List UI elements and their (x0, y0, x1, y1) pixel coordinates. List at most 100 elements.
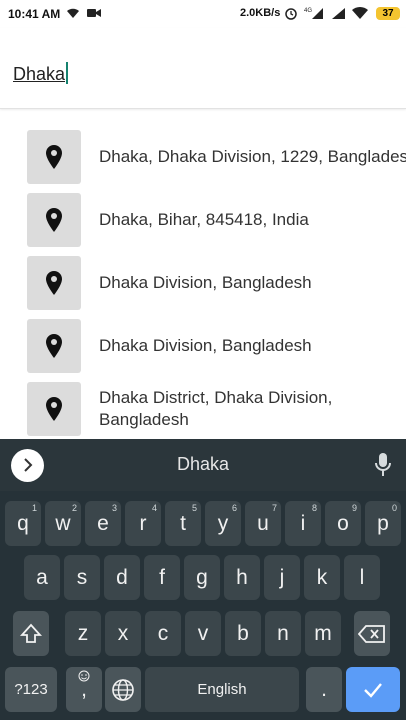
key-label: i (300, 512, 306, 535)
key-hint: 5 (191, 503, 197, 513)
key-hint: 7 (271, 503, 277, 513)
result-item[interactable]: Dhaka Division, Bangladesh (0, 252, 406, 314)
key-h[interactable]: h (224, 555, 260, 600)
key-label: o (337, 512, 349, 535)
camera-icon (87, 9, 101, 17)
key-hint: 0 (391, 503, 397, 513)
key-hint: 9 (351, 503, 357, 513)
key-s[interactable]: s (64, 555, 100, 600)
key-label: m (314, 622, 332, 645)
key-q[interactable]: q1 (5, 501, 41, 546)
emoji-icon (78, 670, 90, 682)
key-m[interactable]: m (305, 611, 341, 656)
signal-icon (332, 8, 345, 19)
key-label: k (316, 566, 328, 589)
result-item[interactable]: Dhaka, Dhaka Division, 1229, Bangladesh (0, 126, 406, 188)
done-button[interactable] (346, 667, 400, 712)
key-a[interactable]: a (24, 555, 60, 600)
key-label: e (97, 512, 109, 535)
key-i[interactable]: i8 (285, 501, 321, 546)
key-k[interactable]: k (304, 555, 340, 600)
key-label: q (17, 512, 29, 535)
key-label: h (236, 566, 248, 589)
key-label: f (159, 566, 165, 589)
location-pin-icon (27, 319, 81, 373)
key-w[interactable]: w2 (45, 501, 81, 546)
key-v[interactable]: v (185, 611, 221, 656)
key-c[interactable]: c (145, 611, 181, 656)
key-label: n (277, 622, 289, 645)
key-label: z (77, 622, 89, 645)
key-g[interactable]: g (184, 555, 220, 600)
keyboard: Dhaka q1w2e3r4t5y6u7i8o9p0 asdfghjkl zxc… (0, 439, 406, 720)
shift-key[interactable] (13, 611, 49, 656)
suggestion-word[interactable]: Dhaka (0, 454, 406, 475)
text-cursor (66, 62, 69, 84)
key-label: p (377, 512, 389, 535)
key-u[interactable]: u7 (245, 501, 281, 546)
key-n[interactable]: n (265, 611, 301, 656)
key-label: j (279, 566, 285, 589)
key-j[interactable]: j (264, 555, 300, 600)
location-pin-icon (27, 382, 81, 436)
result-label: Dhaka District, Dhaka Division, Banglade… (99, 388, 333, 429)
search-input-value: Dhaka (13, 64, 66, 84)
key-l[interactable]: l (344, 555, 380, 600)
microphone-icon[interactable] (374, 452, 392, 478)
network-speed: 2.0KB/s (240, 7, 281, 19)
key-hint: 1 (31, 503, 37, 513)
result-item[interactable]: Dhaka, Bihar, 845418, India (0, 189, 406, 251)
key-y[interactable]: y6 (205, 501, 241, 546)
signal-icon: 4G (304, 8, 323, 19)
backspace-key[interactable] (354, 611, 390, 656)
location-pin-icon (27, 130, 81, 184)
shift-icon (19, 624, 43, 644)
key-label: w (55, 512, 71, 535)
status-bar: 10:41 AM 2.0KB/s 4G 37 (0, 0, 406, 28)
location-pin-icon (27, 256, 81, 310)
key-hint: 8 (311, 503, 317, 513)
search-bar: Dhaka (0, 28, 406, 109)
key-label: t (180, 512, 186, 535)
key-f[interactable]: f (144, 555, 180, 600)
comma-key[interactable]: , (66, 667, 102, 712)
key-label: v (197, 622, 209, 645)
space-key[interactable]: English (145, 667, 299, 712)
key-t[interactable]: t5 (165, 501, 201, 546)
search-results-list: Dhaka, Dhaka Division, 1229, Bangladesh … (0, 118, 406, 438)
symbols-key[interactable]: ?123 (5, 667, 57, 712)
checkmark-icon (364, 683, 382, 699)
key-hint: 4 (151, 503, 157, 513)
key-r[interactable]: r4 (125, 501, 161, 546)
result-item[interactable]: Dhaka District, Dhaka Division, Banglade… (0, 378, 406, 438)
key-e[interactable]: e3 (85, 501, 121, 546)
wifi-icon (67, 8, 79, 18)
period-key[interactable]: . (306, 667, 342, 712)
key-d[interactable]: d (104, 555, 140, 600)
result-label: Dhaka Division, Bangladesh (99, 336, 312, 355)
key-label: a (36, 566, 48, 589)
key-o[interactable]: o9 (325, 501, 361, 546)
key-label: d (116, 566, 128, 589)
wifi-icon (352, 6, 368, 19)
key-label: y (217, 512, 229, 535)
key-hint: 3 (111, 503, 117, 513)
svg-text:4G: 4G (304, 8, 312, 14)
suggestion-strip: Dhaka (0, 439, 406, 491)
key-b[interactable]: b (225, 611, 261, 656)
key-z[interactable]: z (65, 611, 101, 656)
result-item[interactable]: Dhaka Division, Bangladesh (0, 315, 406, 377)
language-key[interactable] (105, 667, 141, 712)
search-input[interactable]: Dhaka (13, 62, 69, 85)
key-label: l (359, 566, 365, 589)
key-label: x (117, 622, 129, 645)
battery-icon: 37 (376, 7, 400, 20)
key-p[interactable]: p0 (365, 501, 401, 546)
status-time: 10:41 AM (8, 7, 61, 21)
key-hint: 2 (71, 503, 77, 513)
key-label: c (157, 622, 169, 645)
key-label: r (139, 512, 147, 535)
key-x[interactable]: x (105, 611, 141, 656)
key-label: s (76, 566, 88, 589)
key-hint: 6 (231, 503, 237, 513)
